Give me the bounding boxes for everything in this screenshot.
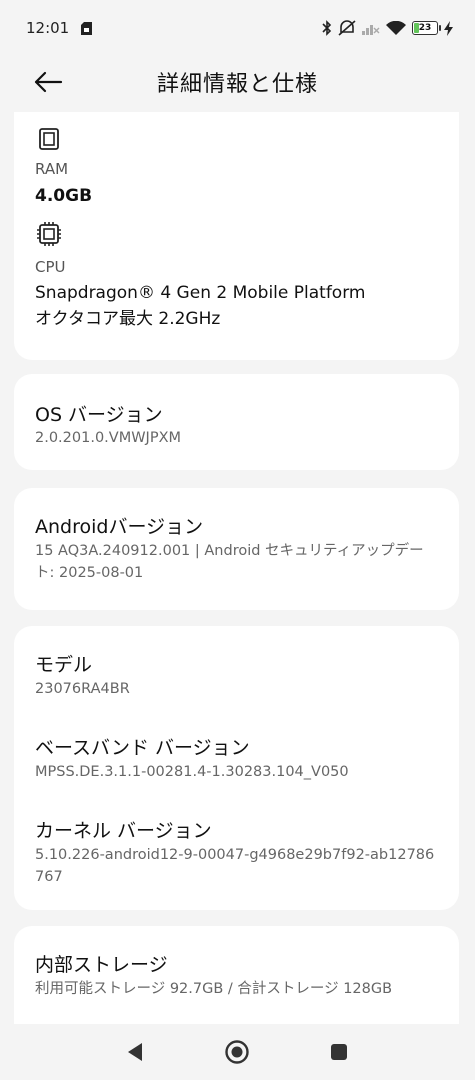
- model-value: 23076RA4BR: [35, 681, 130, 697]
- page-title: 詳細情報と仕様: [156, 72, 318, 97]
- status-bar: 12:01 23: [0, 0, 475, 56]
- arrow-left-icon: [34, 71, 63, 93]
- specs-card: RAM 4.0GB CPU Snapdragon® 4 Gen 2 Mobile…: [14, 112, 459, 360]
- sim-card-icon: [81, 21, 93, 35]
- mute-icon: [338, 20, 356, 36]
- nav-back-button[interactable]: [121, 1038, 149, 1066]
- nav-recents-button[interactable]: [325, 1038, 353, 1066]
- bluetooth-icon: [322, 20, 332, 36]
- battery-percent: 23: [418, 23, 432, 33]
- os-version-value: 2.0.201.0.VMWJPXM: [35, 430, 182, 446]
- android-version-title: Androidバージョン: [35, 516, 204, 538]
- storage-row[interactable]: 内部ストレージ 利用可能ストレージ 92.7GB / 合計ストレージ 128GB: [14, 926, 459, 1024]
- app-bar: 詳細情報と仕様: [0, 56, 475, 108]
- triangle-back-icon: [128, 1043, 142, 1061]
- ram-value: 4.0GB: [35, 186, 93, 206]
- android-version-value: 15 AQ3A.240912.001 | Android セキュリティアップデー…: [35, 543, 424, 581]
- os-version-title: OS バージョン: [35, 404, 163, 426]
- nav-home-button[interactable]: [223, 1038, 251, 1066]
- wifi-icon: [386, 20, 406, 35]
- kernel-value: 5.10.226-android12-9-00047-g4968e29b7f92…: [35, 847, 435, 885]
- cpu-label: CPU: [35, 258, 66, 276]
- model-title: モデル: [35, 654, 93, 676]
- cpu-value: Snapdragon® 4 Gen 2 Mobile Platform: [35, 283, 366, 303]
- charging-icon: [444, 20, 453, 36]
- android-version-row[interactable]: Androidバージョン 15 AQ3A.240912.001 | Androi…: [14, 488, 459, 610]
- signal-icon: [362, 25, 380, 35]
- baseband-value: MPSS.DE.3.1.1-00281.4-1.30283.104_V050: [35, 764, 349, 780]
- battery-icon: 23: [412, 21, 441, 35]
- ram-label: RAM: [35, 160, 69, 178]
- memory-chip-icon: [39, 128, 59, 150]
- back-button[interactable]: [30, 66, 66, 98]
- status-time: 12:01: [26, 19, 70, 37]
- storage-value: 利用可能ストレージ 92.7GB / 合計ストレージ 128GB: [35, 981, 393, 997]
- circle-home-icon: [225, 1040, 249, 1064]
- storage-title: 内部ストレージ: [35, 954, 168, 976]
- device-details-card: モデル 23076RA4BR ベースバンド バージョン MPSS.DE.3.1.…: [14, 626, 459, 910]
- baseband-title: ベースバンド バージョン: [35, 737, 250, 759]
- content-scroll[interactable]: RAM 4.0GB CPU Snapdragon® 4 Gen 2 Mobile…: [0, 112, 475, 1024]
- cpu-frequency: オクタコア最大 2.2GHz: [35, 309, 221, 329]
- os-version-row[interactable]: OS バージョン 2.0.201.0.VMWJPXM: [14, 374, 459, 470]
- kernel-title: カーネル バージョン: [35, 820, 212, 842]
- cpu-chip-icon: [37, 222, 61, 246]
- square-recents-icon: [331, 1044, 347, 1060]
- navigation-bar: [0, 1024, 475, 1080]
